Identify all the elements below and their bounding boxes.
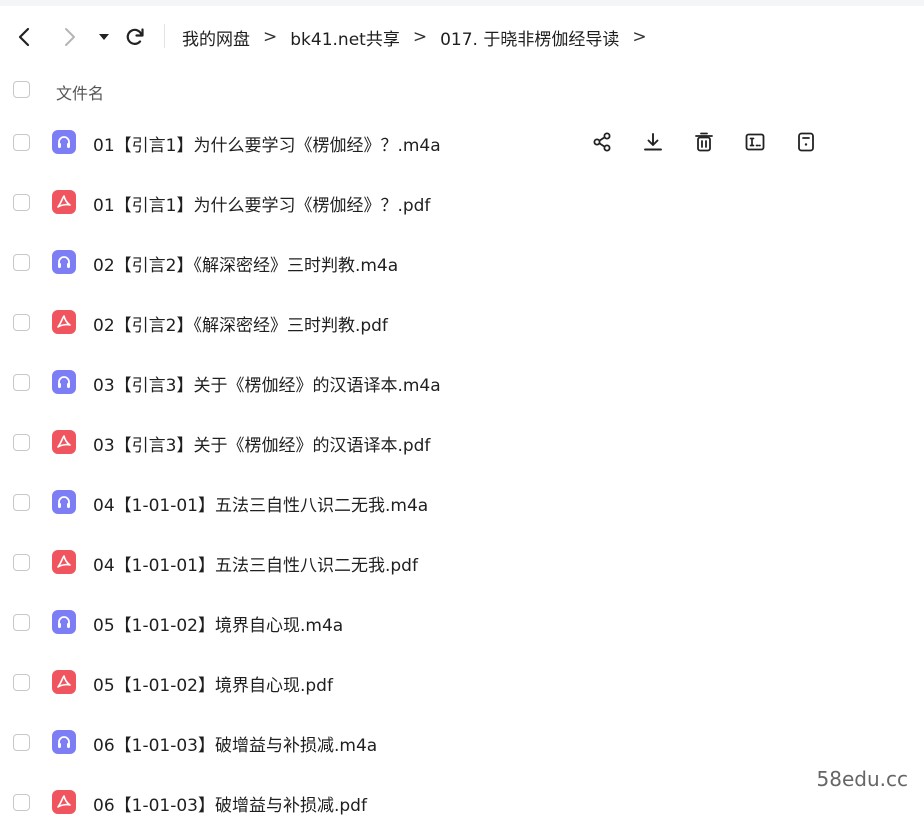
file-name[interactable]: 01【引言1】为什么要学习《楞伽经》？.m4a bbox=[93, 131, 441, 156]
file-row[interactable]: 02【引言2】《解深密经》三时判教.m4a bbox=[0, 232, 924, 292]
refresh-icon bbox=[126, 28, 144, 45]
breadcrumb-separator: > bbox=[632, 27, 647, 47]
back-button[interactable] bbox=[12, 24, 36, 50]
file-row-checkbox[interactable] bbox=[13, 194, 30, 211]
history-dropdown-button[interactable] bbox=[96, 28, 112, 46]
row-actions bbox=[588, 128, 843, 156]
select-all-checkbox[interactable] bbox=[13, 81, 30, 98]
file-row[interactable]: 02【引言2】《解深密经》三时判教.pdf bbox=[0, 292, 924, 352]
file-row[interactable]: 04【1-01-01】五法三自性八识二无我.pdf bbox=[0, 532, 924, 592]
file-row-checkbox[interactable] bbox=[13, 374, 30, 391]
audio-file-icon bbox=[52, 130, 76, 154]
pdf-file-icon bbox=[52, 430, 76, 454]
watermark: 58edu.cc bbox=[816, 767, 908, 791]
breadcrumb-item-root[interactable]: 我的网盘 bbox=[182, 25, 250, 50]
file-name[interactable]: 03【引言3】关于《楞伽经》的汉语译本.pdf bbox=[93, 431, 430, 456]
more-info-icon bbox=[795, 131, 817, 153]
rename-button[interactable] bbox=[741, 128, 769, 156]
file-name[interactable]: 04【1-01-01】五法三自性八识二无我.pdf bbox=[93, 551, 418, 576]
pdf-file-icon bbox=[52, 550, 76, 574]
breadcrumb-item-share[interactable]: bk41.net共享 bbox=[290, 25, 400, 50]
refresh-button[interactable] bbox=[122, 24, 148, 50]
file-row-checkbox[interactable] bbox=[13, 134, 30, 151]
file-row[interactable]: 05【1-01-02】境界自心现.m4a bbox=[0, 592, 924, 652]
file-row[interactable]: 05【1-01-02】境界自心现.pdf bbox=[0, 652, 924, 712]
file-name[interactable]: 04【1-01-01】五法三自性八识二无我.m4a bbox=[93, 491, 428, 516]
file-row[interactable]: 06【1-01-03】破增益与补损减.pdf bbox=[0, 772, 924, 832]
breadcrumb-item-current[interactable]: 017. 于晓非楞伽经导读 bbox=[440, 25, 619, 50]
file-row-checkbox[interactable] bbox=[13, 734, 30, 751]
delete-button[interactable] bbox=[690, 128, 718, 156]
file-name[interactable]: 05【1-01-02】境界自心现.m4a bbox=[93, 611, 343, 636]
file-name[interactable]: 06【1-01-03】破增益与补损减.m4a bbox=[93, 731, 377, 756]
file-row[interactable]: 06【1-01-03】破增益与补损减.m4a bbox=[0, 712, 924, 772]
rename-icon bbox=[744, 131, 766, 153]
details-button[interactable] bbox=[792, 128, 820, 156]
file-name[interactable]: 02【引言2】《解深密经》三时判教.pdf bbox=[93, 311, 388, 336]
audio-file-icon bbox=[52, 610, 76, 634]
file-name[interactable]: 01【引言1】为什么要学习《楞伽经》？.pdf bbox=[93, 191, 430, 216]
file-row[interactable]: 03【引言3】关于《楞伽经》的汉语译本.m4a bbox=[0, 352, 924, 412]
delete-icon bbox=[693, 131, 715, 153]
share-button[interactable] bbox=[588, 128, 616, 156]
file-row-checkbox[interactable] bbox=[13, 614, 30, 631]
download-button[interactable] bbox=[639, 128, 667, 156]
file-row-checkbox[interactable] bbox=[13, 434, 30, 451]
file-list-header: 文件名 bbox=[0, 72, 924, 108]
file-row[interactable]: 01【引言1】为什么要学习《楞伽经》？.pdf bbox=[0, 172, 924, 232]
file-name[interactable]: 06【1-01-03】破增益与补损减.pdf bbox=[93, 791, 367, 816]
pdf-file-icon bbox=[52, 310, 76, 334]
file-row[interactable]: 01【引言1】为什么要学习《楞伽经》？.m4a bbox=[0, 112, 924, 172]
file-row[interactable]: 03【引言3】关于《楞伽经》的汉语译本.pdf bbox=[0, 412, 924, 472]
file-row[interactable]: 04【1-01-01】五法三自性八识二无我.m4a bbox=[0, 472, 924, 532]
chevron-left-icon bbox=[18, 27, 30, 47]
file-row-checkbox[interactable] bbox=[13, 554, 30, 571]
file-name[interactable]: 02【引言2】《解深密经》三时判教.m4a bbox=[93, 251, 398, 276]
caret-down-icon bbox=[99, 34, 109, 40]
forward-button[interactable] bbox=[58, 24, 82, 50]
file-row-checkbox[interactable] bbox=[13, 674, 30, 691]
file-row-checkbox[interactable] bbox=[13, 314, 30, 331]
download-icon bbox=[642, 131, 664, 153]
pdf-file-icon bbox=[52, 670, 76, 694]
audio-file-icon bbox=[52, 490, 76, 514]
file-name[interactable]: 03【引言3】关于《楞伽经》的汉语译本.m4a bbox=[93, 371, 441, 396]
breadcrumb-separator: > bbox=[412, 27, 428, 47]
file-name[interactable]: 05【1-01-02】境界自心现.pdf bbox=[93, 671, 333, 696]
chevron-right-icon bbox=[65, 28, 75, 46]
top-border bbox=[0, 0, 924, 6]
toolbar-divider bbox=[164, 24, 165, 48]
audio-file-icon bbox=[52, 730, 76, 754]
file-row-checkbox[interactable] bbox=[13, 794, 30, 811]
column-header-name[interactable]: 文件名 bbox=[56, 80, 104, 104]
share-icon bbox=[591, 131, 613, 153]
file-row-checkbox[interactable] bbox=[13, 254, 30, 271]
pdf-file-icon bbox=[52, 190, 76, 214]
audio-file-icon bbox=[52, 370, 76, 394]
file-row-checkbox[interactable] bbox=[13, 494, 30, 511]
audio-file-icon bbox=[52, 250, 76, 274]
breadcrumb-separator: > bbox=[263, 27, 278, 47]
pdf-file-icon bbox=[52, 790, 76, 814]
breadcrumb: 我的网盘 > bk41.net共享 > 017. 于晓非楞伽经导读 > bbox=[182, 24, 660, 50]
